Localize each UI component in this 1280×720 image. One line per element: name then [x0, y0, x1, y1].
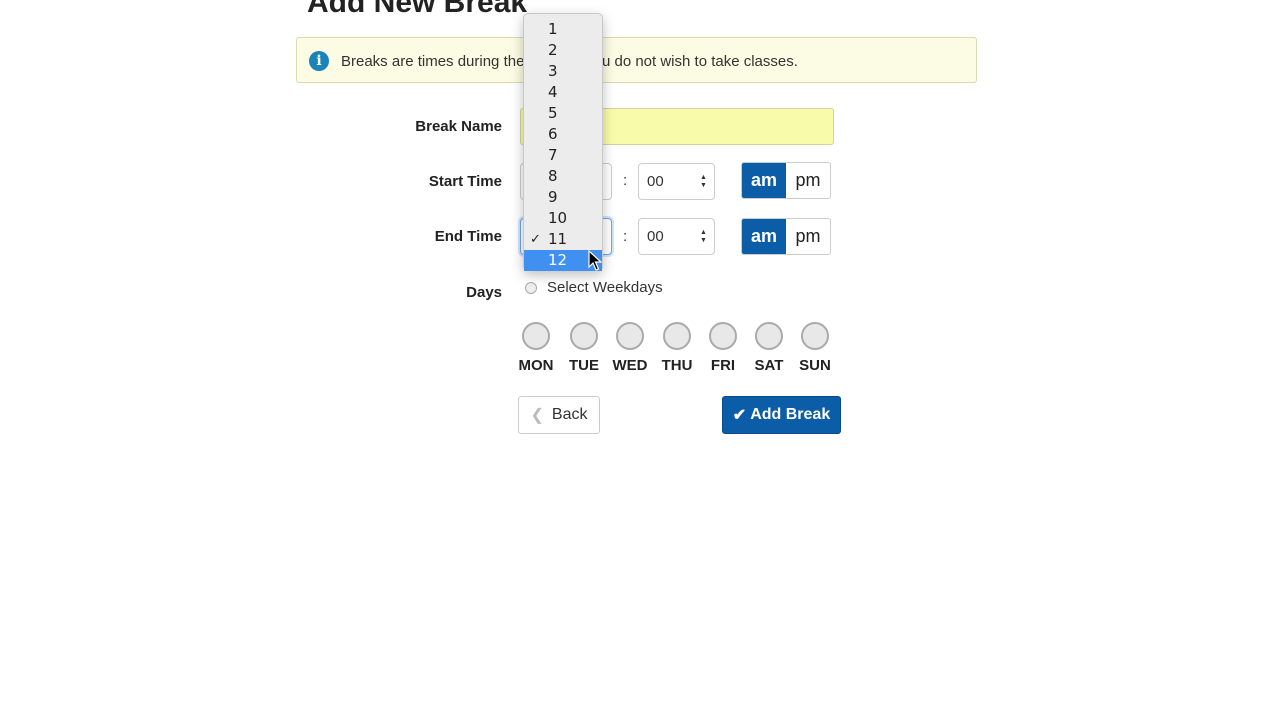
select-weekdays-radio[interactable]: [525, 282, 537, 294]
end-ampm-toggle[interactable]: am pm: [741, 218, 831, 255]
hour-option-label: 9: [548, 188, 558, 206]
start-time-label: Start Time: [428, 173, 502, 190]
back-button[interactable]: ❮ Back: [518, 396, 600, 434]
day-circle[interactable]: [755, 322, 783, 350]
end-am-option[interactable]: am: [742, 219, 786, 254]
page-title: Add New Break: [307, 0, 528, 19]
day-toggle-mon[interactable]: MON: [509, 322, 563, 374]
hour-option-label: 8: [548, 167, 558, 185]
hour-option-label: 2: [548, 41, 558, 59]
break-name-label: Break Name: [415, 118, 502, 135]
add-break-button-label: Add Break: [750, 406, 831, 423]
select-arrows-icon: ▲▼: [700, 174, 707, 189]
hour-option[interactable]: 7: [524, 145, 602, 166]
checkmark-icon: ✓: [530, 232, 541, 247]
back-button-label: Back: [551, 406, 588, 423]
hour-option-label: 11: [548, 230, 568, 248]
add-break-button[interactable]: ✔ Add Break: [722, 396, 841, 434]
end-pm-option[interactable]: pm: [786, 219, 830, 254]
end-minute-value: 00: [647, 228, 664, 245]
checkmark-icon: ✔: [732, 407, 747, 424]
hour-option[interactable]: 1: [524, 19, 602, 40]
hour-dropdown-menu[interactable]: 1 2 3 4 5 6 7 8 9 10 ✓ 11 12: [523, 13, 603, 271]
hour-option-label: 5: [548, 104, 558, 122]
day-toggle-wed[interactable]: WED: [603, 322, 657, 374]
day-circle[interactable]: [570, 322, 598, 350]
day-circle[interactable]: [522, 322, 550, 350]
hour-option[interactable]: 5: [524, 103, 602, 124]
start-am-option[interactable]: am: [742, 163, 786, 198]
hour-option-label: 10: [548, 209, 568, 227]
time-colon: :: [623, 228, 628, 245]
hour-option-label: 1: [548, 20, 558, 38]
day-label: SUN: [799, 357, 831, 374]
hour-option[interactable]: ✓ 11: [524, 229, 602, 250]
day-toggle-sun[interactable]: SUN: [788, 322, 842, 374]
day-label: WED: [612, 357, 648, 374]
hour-option[interactable]: 4: [524, 82, 602, 103]
hour-option[interactable]: 3: [524, 61, 602, 82]
select-weekdays-label: Select Weekdays: [547, 279, 663, 296]
hour-option[interactable]: 10: [524, 208, 602, 229]
hour-option[interactable]: 6: [524, 124, 602, 145]
hour-option[interactable]: 8: [524, 166, 602, 187]
start-ampm-toggle[interactable]: am pm: [741, 162, 831, 199]
days-label: Days: [466, 284, 502, 301]
day-label: MON: [518, 357, 554, 374]
hour-option-label: 3: [548, 62, 558, 80]
day-circle[interactable]: [709, 322, 737, 350]
chevron-left-icon: ❮: [530, 407, 544, 424]
hour-option-label: 6: [548, 125, 558, 143]
hour-option[interactable]: 9: [524, 187, 602, 208]
time-colon: :: [623, 172, 628, 189]
info-icon: i: [309, 51, 329, 71]
start-minute-select[interactable]: 00 ▲ ▼: [638, 163, 715, 200]
end-minute-select[interactable]: 00 ▲ ▼: [638, 218, 715, 255]
hour-option[interactable]: 2: [524, 40, 602, 61]
start-minute-value: 00: [647, 173, 664, 190]
hour-option-label: 7: [548, 146, 558, 164]
day-circle[interactable]: [663, 322, 691, 350]
start-pm-option[interactable]: pm: [786, 163, 830, 198]
select-arrows-icon: ▲▼: [700, 229, 707, 244]
end-time-label: End Time: [434, 228, 502, 245]
hour-option-label: 12: [548, 251, 568, 269]
mouse-cursor-icon: [588, 250, 602, 271]
info-alert: i Breaks are times during the day that y…: [296, 37, 977, 83]
hour-option-label: 4: [548, 83, 558, 101]
day-circle[interactable]: [801, 322, 829, 350]
day-circle[interactable]: [616, 322, 644, 350]
